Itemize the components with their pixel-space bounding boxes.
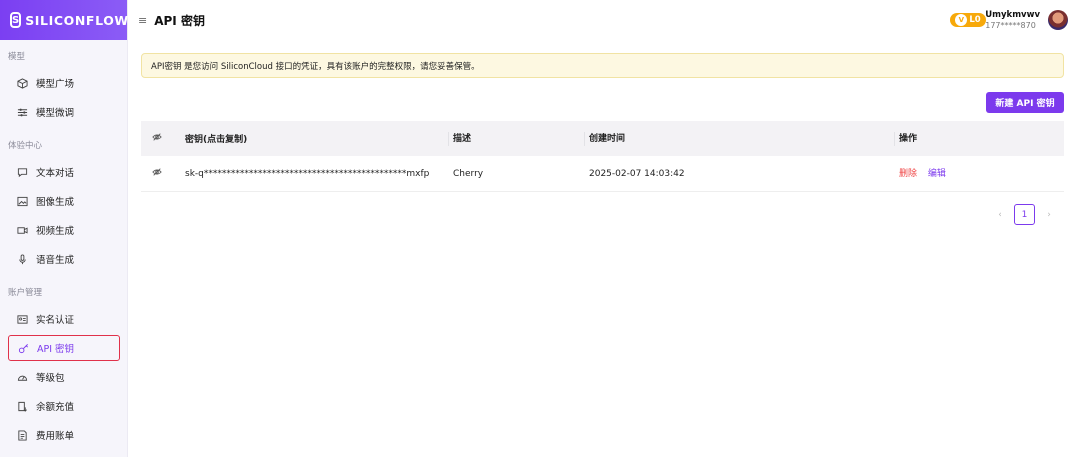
column-header-created: 创建时间 <box>584 131 894 146</box>
table-header: 密钥(点击复制) 描述 创建时间 操作 <box>141 121 1064 156</box>
user-phone: 177*****870 <box>985 21 1036 30</box>
brand-name: SILICONFLOW <box>25 12 129 28</box>
sidebar-item-api-keys[interactable]: API 密钥 <box>8 335 120 361</box>
username: Umykmvwv <box>985 10 1040 20</box>
sliders-icon <box>16 106 28 118</box>
sidebar-item-level-pack[interactable]: 等级包 <box>8 364 120 390</box>
column-header-description: 描述 <box>448 131 584 146</box>
user-info[interactable]: Umykmvwv 177*****870 <box>985 10 1040 30</box>
avatar[interactable] <box>1048 10 1068 30</box>
visibility-toggle-all-icon[interactable] <box>141 132 185 145</box>
key-created-time: 2025-02-07 14:03:42 <box>589 168 685 179</box>
sidebar-item-label: 实名认证 <box>36 315 75 326</box>
sidebar-item-billing[interactable]: 费用账单 <box>8 422 120 448</box>
page-title: API 密钥 <box>154 13 205 28</box>
recharge-icon <box>16 400 28 412</box>
section-title-model: 模型 <box>8 52 26 62</box>
sidebar-item-voice-gen[interactable]: 语音生成 <box>8 246 120 272</box>
level-badge[interactable]: V L0 <box>950 13 986 27</box>
sidebar-item-video-gen[interactable]: 视频生成 <box>8 217 120 243</box>
prev-page-icon[interactable]: ‹ <box>992 210 1008 220</box>
eye-hidden-icon[interactable] <box>141 167 185 180</box>
row-actions: 删除 编辑 <box>894 167 1064 181</box>
sidebar-item-label: 余额充值 <box>36 402 75 413</box>
sidebar-item-recharge[interactable]: 余额充值 <box>8 393 120 419</box>
id-card-icon <box>16 313 28 325</box>
sidebar-item-image-gen[interactable]: 图像生成 <box>8 188 120 214</box>
sidebar-item-label: 文本对话 <box>36 168 75 179</box>
delete-link[interactable]: 删除 <box>899 169 917 179</box>
sidebar-item-verification[interactable]: 实名认证 <box>8 306 120 332</box>
menu-icon[interactable]: ≡ <box>138 14 147 27</box>
image-icon <box>16 195 28 207</box>
sidebar-item-label: 模型微调 <box>36 108 75 119</box>
sidebar-item-label: 语音生成 <box>36 255 75 266</box>
sidebar-item-model-finetune[interactable]: 模型微调 <box>8 99 120 125</box>
edit-link[interactable]: 编辑 <box>928 169 946 179</box>
sidebar-item-label: 视频生成 <box>36 226 75 237</box>
next-page-icon[interactable]: › <box>1041 210 1057 220</box>
pagination: ‹ 1 › <box>992 204 1057 225</box>
key-description: Cherry <box>453 168 484 179</box>
gauge-icon <box>16 371 28 383</box>
microphone-icon <box>16 253 28 265</box>
sidebar-item-label: 图像生成 <box>36 197 75 208</box>
table-row: sk-q************************************… <box>141 156 1064 192</box>
column-header-actions: 操作 <box>894 131 1064 146</box>
sidebar-item-label: API 密钥 <box>37 344 75 355</box>
api-key-table: 密钥(点击复制) 描述 创建时间 操作 sk-q****************… <box>141 121 1064 192</box>
bill-icon <box>16 429 28 441</box>
sidebar-item-model-square[interactable]: 模型广场 <box>8 70 120 96</box>
level-label: L0 <box>969 15 981 25</box>
sidebar-item-label: 模型广场 <box>36 79 75 90</box>
page-number-current[interactable]: 1 <box>1014 204 1035 225</box>
section-title-account: 账户管理 <box>8 288 43 298</box>
sidebar: S SILICONFLOW 模型 模型广场 模型微调 体验中心 文本对话 图像生… <box>0 0 128 457</box>
top-bar: ≡ API 密钥 <box>128 0 1080 40</box>
sidebar-item-label: 费用账单 <box>36 431 75 442</box>
section-title-playground: 体验中心 <box>8 141 43 151</box>
video-icon <box>16 224 28 236</box>
sidebar-item-text-chat[interactable]: 文本对话 <box>8 159 120 185</box>
api-key-notice: API密钥 是您访问 SiliconCloud 接口的凭证，具有该账户的完整权限… <box>141 53 1064 78</box>
vip-icon: V <box>955 14 968 26</box>
cube-icon <box>16 77 28 89</box>
key-icon <box>17 342 29 354</box>
chat-icon <box>16 166 28 178</box>
sidebar-item-label: 等级包 <box>36 373 65 384</box>
column-header-key: 密钥(点击复制) <box>185 135 248 145</box>
siliconflow-logo-icon: S <box>10 12 22 28</box>
new-api-key-button[interactable]: 新建 API 密钥 <box>986 92 1064 113</box>
api-key-value[interactable]: sk-q************************************… <box>185 169 448 179</box>
brand-logo[interactable]: S SILICONFLOW <box>0 0 129 40</box>
